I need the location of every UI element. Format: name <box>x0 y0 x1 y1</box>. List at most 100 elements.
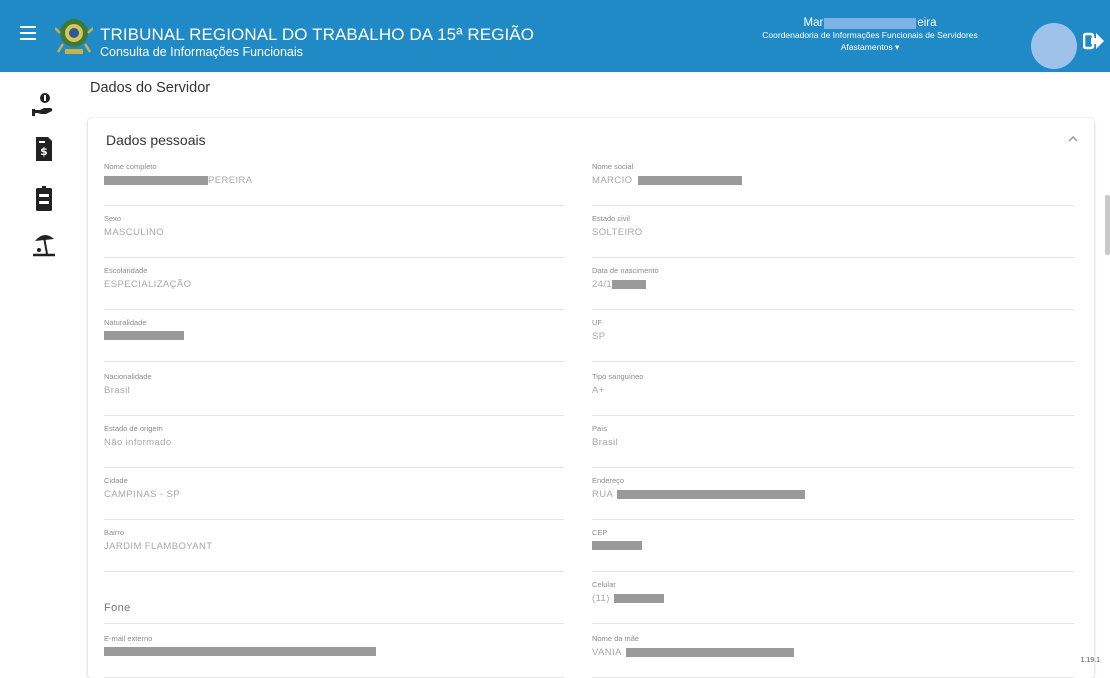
field-label: Estado de origem <box>104 424 163 433</box>
field-value-text: MARCIO <box>592 175 633 186</box>
badge-icon[interactable] <box>32 185 56 213</box>
redacted-block <box>104 647 376 656</box>
card-title: Dados pessoais <box>106 132 206 148</box>
field-value-text: PEREIRA <box>208 175 253 186</box>
redacted-block <box>612 280 647 289</box>
field-value <box>104 331 184 340</box>
field-marital-status: Estado civil SOLTEIRO <box>592 214 1074 258</box>
redacted-block <box>592 541 642 550</box>
field-value: (11) <box>592 593 664 604</box>
redacted-block <box>613 594 664 603</box>
field-label: Sexo <box>104 214 122 223</box>
payslip-icon[interactable]: $ <box>32 135 56 163</box>
redacted-block <box>824 17 917 29</box>
field-label: Bairro <box>104 528 125 537</box>
field-value-text: (11) <box>592 593 610 604</box>
avatar[interactable] <box>1031 23 1077 69</box>
field-value <box>104 647 376 656</box>
field-city: Cidade CAMPINAS - SP <box>104 476 564 520</box>
field-label: Celular <box>592 580 616 589</box>
field-value: SP <box>592 331 606 342</box>
field-nationality: Nacionalidade Brasil <box>104 372 564 416</box>
field-label: Nome social <box>592 162 634 171</box>
menu-icon[interactable] <box>20 26 36 40</box>
field-value: SOLTEIRO <box>592 227 643 238</box>
side-navigation: $ <box>0 72 78 666</box>
vacation-icon[interactable] <box>32 230 56 258</box>
field-label: Escolaridade <box>104 266 148 275</box>
redacted-block <box>104 331 184 340</box>
svg-text:$: $ <box>40 145 48 158</box>
personal-data-card: Dados pessoais Nome completo PEREIRA Sex… <box>88 118 1094 678</box>
scrollbar-thumb[interactable] <box>1105 195 1110 255</box>
field-value: Não informado <box>104 437 172 448</box>
chevron-up-icon[interactable] <box>1066 132 1080 146</box>
field-uf: UF SP <box>592 318 1074 362</box>
top-app-bar: TRIBUNAL REGIONAL DO TRABALHO DA 15ª REG… <box>0 0 1110 72</box>
field-value: ESPECIALIZAÇÃO <box>104 279 192 290</box>
field-label: Nacionalidade <box>104 372 152 381</box>
field-value: CAMPINAS - SP <box>104 489 180 500</box>
field-value: MASCULINO <box>104 227 165 238</box>
field-value: Brasil <box>104 385 131 396</box>
field-value: Brasil <box>592 437 619 448</box>
field-birth-date: Data de nascimento 24/1 <box>592 266 1074 310</box>
organization-title: TRIBUNAL REGIONAL DO TRABALHO DA 15ª REG… <box>100 25 535 44</box>
field-label: Data de nascimento <box>592 266 659 275</box>
field-label: E-mail externo <box>104 634 153 643</box>
field-value <box>592 541 642 550</box>
field-zip: CEP <box>592 528 1074 572</box>
field-external-email: E-mail externo <box>104 634 564 678</box>
field-label: UF <box>592 318 602 327</box>
field-district: Bairro JARDIM FLAMBOYANT <box>104 528 564 572</box>
field-address: Endereço RUA <box>592 476 1074 520</box>
salary-icon[interactable] <box>32 92 56 120</box>
field-birthplace: Naturalidade <box>104 318 564 362</box>
field-social-name: Nome social MARCIO <box>592 162 1074 206</box>
field-label: Cidade <box>104 476 128 485</box>
field-education: Escolaridade ESPECIALIZAÇÃO <box>104 266 564 310</box>
field-blood-type: Tipo sanguíneo A+ <box>592 372 1074 416</box>
field-label: Endereço <box>592 476 625 485</box>
field-value: RUA <box>592 489 806 500</box>
field-placeholder: Fone <box>104 602 131 614</box>
field-sex: Sexo MASCULINO <box>104 214 564 258</box>
field-value-text: RUA <box>592 489 614 500</box>
redacted-block <box>638 176 743 185</box>
field-value: A+ <box>592 385 605 396</box>
user-info: Mar eira Coordenadoria de Informações Fun… <box>720 17 1020 53</box>
app-subtitle: Consulta de Informações Funcionais <box>100 45 303 59</box>
field-value: JARDIM FLAMBOYANT <box>104 541 213 552</box>
field-country: País Brasil <box>592 424 1074 468</box>
field-origin-state: Estado de origem Não informado <box>104 424 564 468</box>
redacted-block <box>625 648 794 657</box>
user-name-prefix: Mar <box>803 17 824 29</box>
field-label: Nome completo <box>104 162 157 171</box>
field-label: País <box>592 424 608 433</box>
field-value: 24/1 <box>592 279 647 290</box>
redacted-block <box>104 176 208 185</box>
field-label: Estado civil <box>592 214 630 223</box>
field-value-text: VANIA <box>592 647 622 658</box>
field-mother-name: Nome da mãe VANIA <box>592 634 1074 678</box>
page-title: Dados do Servidor <box>90 80 211 96</box>
user-department: Coordenadoria de Informações Funcionais … <box>762 30 978 40</box>
field-full-name: Nome completo PEREIRA <box>104 162 564 206</box>
field-value: MARCIO <box>592 175 743 186</box>
field-value: PEREIRA <box>104 175 253 186</box>
user-menu-toggle[interactable]: Afastamentos ▾ <box>720 41 1020 53</box>
user-name: Mar eira <box>804 17 937 29</box>
field-value-text: 24/1 <box>592 279 613 290</box>
field-label: Tipo sanguíneo <box>592 372 644 381</box>
field-mobile: Celular (11) <box>592 580 1074 624</box>
field-label: Nome da mãe <box>592 634 640 643</box>
logout-icon[interactable] <box>1083 30 1105 52</box>
field-value: VANIA <box>592 647 794 658</box>
redacted-block <box>617 490 806 499</box>
app-version: 1.19.1 <box>1080 657 1100 664</box>
coat-of-arms-logo <box>55 19 93 54</box>
field-label: CEP <box>592 528 608 537</box>
field-phone[interactable]: Fone <box>104 580 564 624</box>
user-name-suffix: eira <box>917 17 937 29</box>
field-label: Naturalidade <box>104 318 147 327</box>
